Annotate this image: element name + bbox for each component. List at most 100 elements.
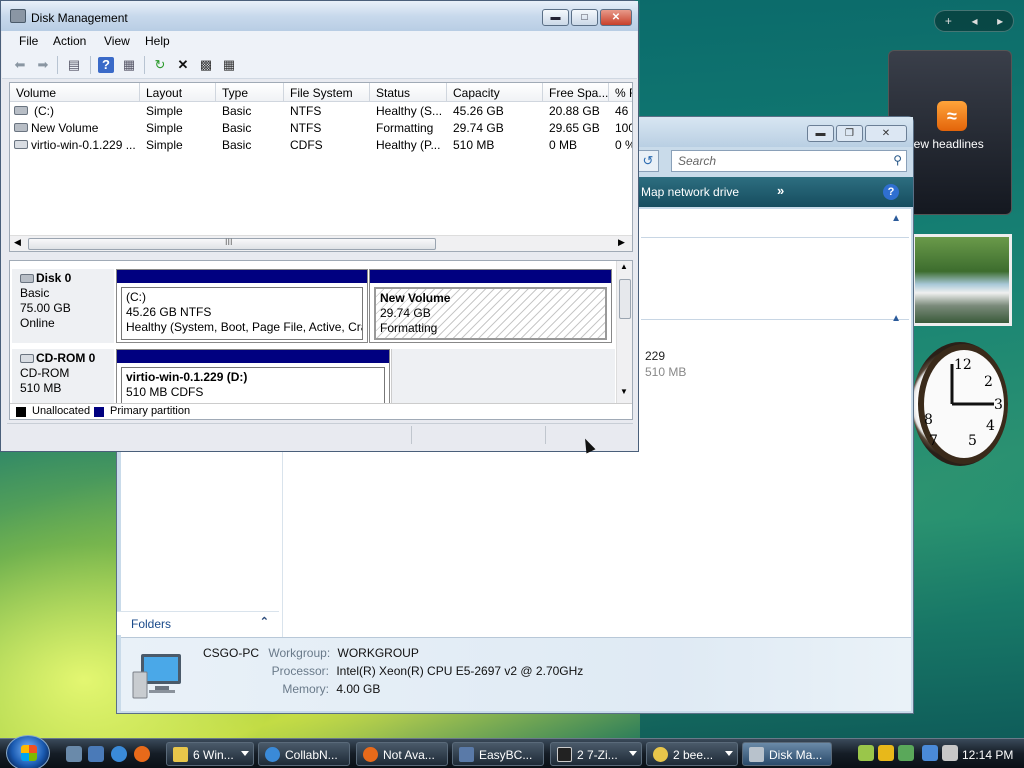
view-icon[interactable]: ▦ bbox=[121, 57, 137, 73]
partition-c-body: (C:) 45.26 GB NTFS Healthy (System, Boot… bbox=[121, 287, 363, 340]
bee-icon bbox=[653, 747, 668, 762]
rescan-icon[interactable]: ▦ bbox=[221, 57, 237, 73]
prev-gadget-button[interactable]: ◂ bbox=[971, 14, 977, 28]
close-button[interactable]: ✕ bbox=[600, 9, 632, 26]
scroll-right-arrow-icon[interactable]: ▶ bbox=[618, 237, 625, 248]
partition-cdrom-d[interactable]: virtio-win-0.1.229 (D:) 510 MB CDFS bbox=[116, 349, 390, 407]
volume-name[interactable]: (C:) bbox=[34, 104, 138, 118]
svg-text:4: 4 bbox=[986, 418, 995, 434]
partition-new-volume-body: New Volume 29.74 GB Formatting bbox=[374, 287, 607, 340]
network-icon[interactable] bbox=[922, 745, 938, 761]
cdrom-0-size: 510 MB bbox=[20, 381, 62, 395]
collapse-section-icon[interactable]: ▲ bbox=[891, 213, 901, 224]
scroll-down-arrow-icon[interactable]: ▼ bbox=[620, 387, 628, 396]
column-header-volume[interactable]: Volume bbox=[10, 83, 140, 102]
properties-icon[interactable]: ▩ bbox=[198, 57, 214, 73]
search-input[interactable]: Search ⚲ bbox=[671, 150, 907, 172]
firefox-icon[interactable] bbox=[134, 746, 150, 762]
tray-app-icon[interactable] bbox=[858, 745, 874, 761]
back-icon[interactable]: ⬅ bbox=[12, 57, 28, 73]
view-headlines-label[interactable]: iew headlines bbox=[911, 137, 984, 151]
help-icon[interactable]: ? bbox=[98, 57, 114, 73]
slideshow-gadget[interactable] bbox=[912, 234, 1012, 326]
volume-name[interactable]: New Volume bbox=[31, 121, 139, 135]
tray-app-icon[interactable] bbox=[898, 745, 914, 761]
group-arrow-icon bbox=[629, 751, 637, 756]
internet-explorer-icon[interactable] bbox=[111, 746, 127, 762]
menu-file[interactable]: File bbox=[19, 34, 38, 48]
horizontal-scrollbar[interactable]: ◀ III ▶ bbox=[10, 235, 632, 251]
disk-management-titlebar[interactable]: Disk Management ▬ □ ✕ bbox=[1, 1, 638, 31]
computer-name: CSGO-PC bbox=[203, 646, 260, 660]
refresh-icon[interactable]: ↻ bbox=[152, 57, 168, 73]
disk-graphical-view[interactable]: Disk 0 Basic 75.00 GB Online (C:) 45.26 … bbox=[9, 260, 633, 420]
scroll-left-arrow-icon[interactable]: ◀ bbox=[14, 237, 21, 248]
partition-new-volume[interactable]: New Volume 29.74 GB Formatting bbox=[369, 269, 612, 343]
switch-windows-icon[interactable] bbox=[88, 746, 104, 762]
scroll-up-arrow-icon[interactable]: ▲ bbox=[620, 262, 628, 271]
taskbar-button-disk-management[interactable]: Disk Ma... bbox=[742, 742, 832, 766]
volume-muted-icon[interactable] bbox=[942, 745, 958, 761]
volume-drive-icon bbox=[14, 123, 28, 132]
drive-name-fragment[interactable]: 229 bbox=[645, 349, 665, 363]
minimize-button[interactable]: ▬ bbox=[542, 9, 569, 26]
taskbar-clock[interactable]: 12:14 PM bbox=[962, 748, 1013, 762]
disk-management-window[interactable]: Disk Management ▬ □ ✕ File Action View H… bbox=[0, 0, 639, 452]
volume-list[interactable]: Volume Layout Type File System Status Ca… bbox=[9, 82, 633, 252]
explorer-restore-button[interactable]: ❐ bbox=[836, 125, 863, 142]
disk-management-app-icon[interactable] bbox=[10, 9, 26, 23]
column-header-status[interactable]: Status bbox=[370, 83, 447, 102]
map-network-drive-button[interactable]: Map network drive bbox=[641, 185, 739, 199]
cdrom-0-info[interactable]: CD-ROM 0 CD-ROM 510 MB bbox=[12, 349, 114, 403]
security-shield-icon[interactable] bbox=[878, 745, 894, 761]
column-header-free-space[interactable]: Free Spa... bbox=[543, 83, 609, 102]
vertical-scrollbar[interactable]: ▲ ▼ bbox=[616, 261, 632, 403]
menu-help[interactable]: Help bbox=[145, 34, 170, 48]
scrollbar-thumb[interactable] bbox=[619, 279, 631, 319]
forward-icon[interactable]: ➡ bbox=[35, 57, 51, 73]
more-commands-button[interactable]: » bbox=[777, 183, 784, 198]
cdrom-drive-icon bbox=[14, 140, 28, 149]
taskbar-button-bee[interactable]: 2 bee... bbox=[646, 742, 738, 766]
partition-bar bbox=[117, 350, 389, 363]
column-header-percent-free[interactable]: % F bbox=[609, 83, 632, 102]
folders-pane-toggle[interactable]: Folders ⌃ bbox=[117, 611, 279, 635]
column-header-type[interactable]: Type bbox=[216, 83, 284, 102]
delete-icon[interactable]: ✕ bbox=[175, 57, 191, 73]
explorer-minimize-button[interactable]: ▬ bbox=[807, 125, 834, 142]
show-hide-pane-icon[interactable]: ▤ bbox=[66, 57, 82, 73]
collapse-section-icon[interactable]: ▲ bbox=[891, 313, 901, 324]
show-desktop-icon[interactable] bbox=[66, 746, 82, 762]
taskbar-button-easybcd[interactable]: EasyBC... bbox=[452, 742, 544, 766]
menu-view[interactable]: View bbox=[104, 34, 130, 48]
volume-name[interactable]: virtio-win-0.1.229 ... bbox=[31, 138, 139, 152]
taskbar-button-windows[interactable]: 6 Win... bbox=[166, 742, 254, 766]
chevron-up-icon: ⌃ bbox=[259, 616, 269, 628]
menu-action[interactable]: Action bbox=[53, 34, 86, 48]
explorer-close-button[interactable]: ✕ bbox=[865, 125, 907, 142]
taskbar-button-7zip[interactable]: 2 7-Zi... bbox=[550, 742, 642, 766]
next-gadget-button[interactable]: ▸ bbox=[997, 14, 1003, 28]
toolbar-separator bbox=[57, 56, 58, 74]
legend-swatch-primary bbox=[94, 407, 104, 417]
taskbar-button-collabnet[interactable]: CollabN... bbox=[258, 742, 350, 766]
taskbar-button-label: 6 Win... bbox=[193, 748, 234, 762]
internet-explorer-icon bbox=[265, 747, 280, 762]
svg-text:12: 12 bbox=[954, 357, 972, 373]
add-gadget-button[interactable]: + bbox=[945, 14, 952, 28]
clock-gadget[interactable]: 12 2 3 4 5 7 8 bbox=[908, 342, 1008, 466]
volume-status: Formatting bbox=[376, 121, 434, 135]
maximize-button[interactable]: □ bbox=[571, 9, 598, 26]
help-icon[interactable]: ? bbox=[883, 184, 899, 200]
column-header-layout[interactable]: Layout bbox=[140, 83, 216, 102]
search-icon[interactable]: ⚲ bbox=[893, 153, 902, 167]
partition-c[interactable]: (C:) 45.26 GB NTFS Healthy (System, Boot… bbox=[116, 269, 368, 343]
taskbar-button-not-available[interactable]: Not Ava... bbox=[356, 742, 448, 766]
refresh-arrow-icon[interactable]: ↺ bbox=[637, 150, 659, 172]
scrollbar-thumb[interactable]: III bbox=[28, 237, 436, 250]
column-header-filesystem[interactable]: File System bbox=[284, 83, 370, 102]
column-header-capacity[interactable]: Capacity bbox=[447, 83, 543, 102]
start-button[interactable] bbox=[6, 735, 50, 768]
disk-0-info[interactable]: Disk 0 Basic 75.00 GB Online bbox=[12, 269, 114, 343]
memory-label: Memory: bbox=[282, 682, 329, 696]
